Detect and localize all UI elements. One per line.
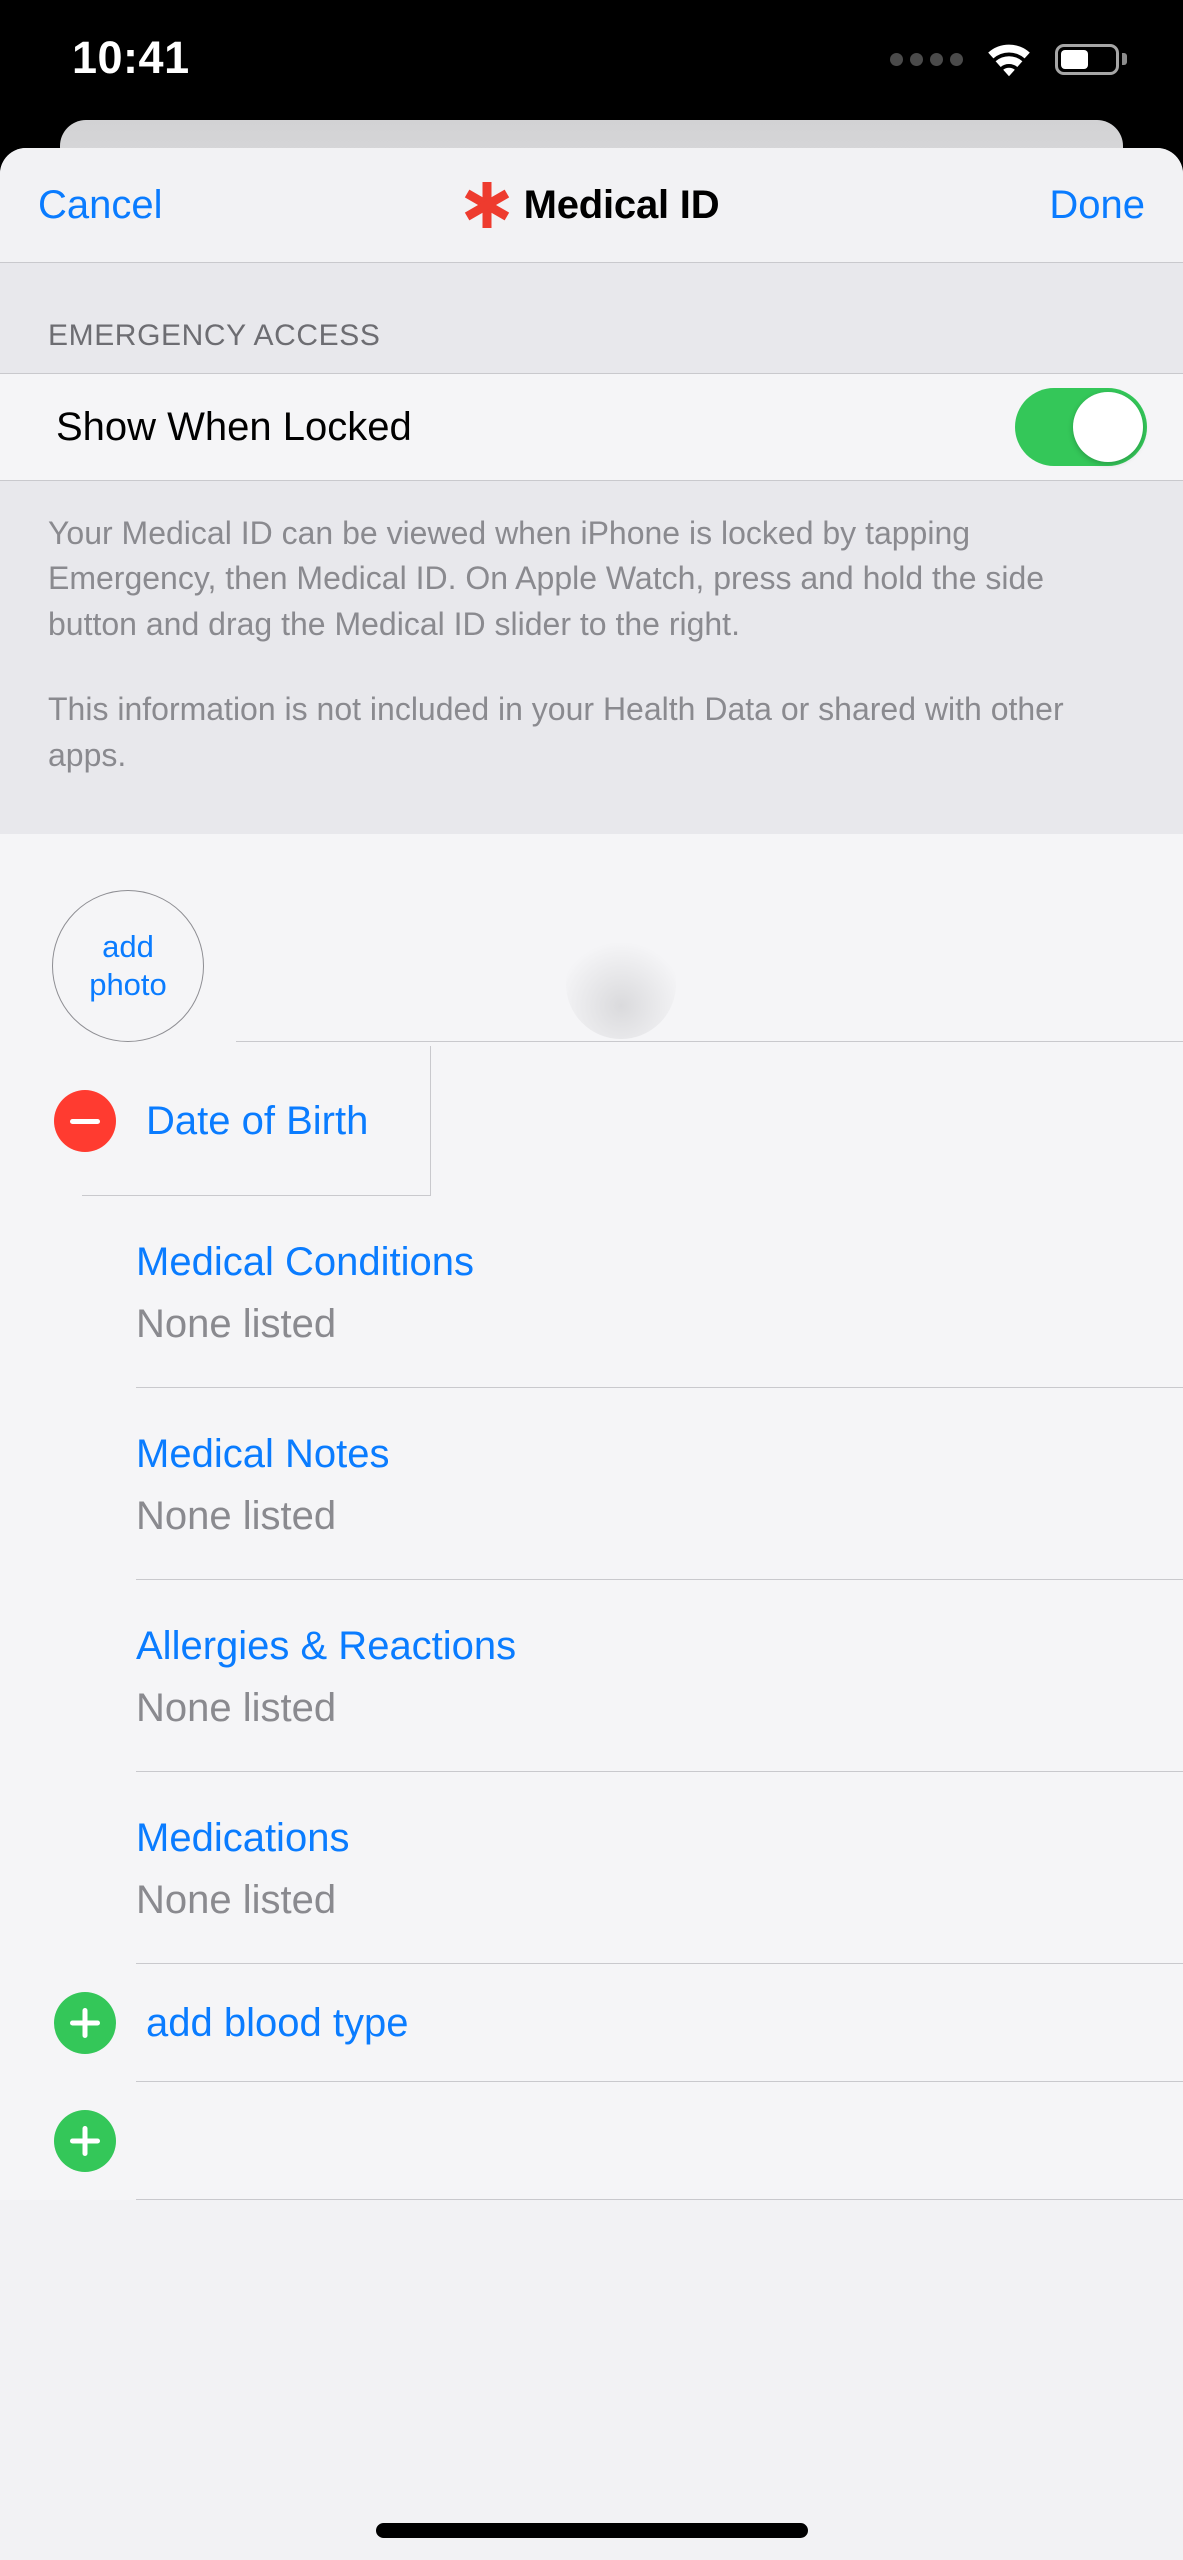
photo-and-name-row: add photo [0, 842, 1183, 1043]
signal-dots-icon [890, 52, 963, 66]
emergency-access-header-label: EMERGENCY ACCESS [48, 319, 381, 352]
show-when-locked-toggle[interactable] [1015, 388, 1147, 466]
date-of-birth-label: Date of Birth [146, 1098, 369, 1143]
status-bar-time: 10:41 [72, 31, 190, 83]
add-photo-button[interactable]: add photo [52, 890, 204, 1043]
plus-circle-icon[interactable] [54, 2110, 116, 2173]
field-allergies-and-reactions[interactable]: Allergies & Reactions None listed [0, 1580, 1183, 1773]
field-value: None listed [136, 1494, 337, 1539]
date-of-birth-label-cell: Date of Birth [0, 1046, 430, 1197]
add-photo-label-line2: photo [89, 967, 167, 1003]
battery-icon [1055, 43, 1127, 75]
field-label: Medications [136, 1816, 350, 1861]
navigation-title-group: Medical ID [0, 148, 1183, 262]
field-value: None listed [136, 1878, 337, 1923]
home-indicator [375, 2523, 808, 2538]
status-bar-indicators [890, 41, 1127, 77]
wifi-icon [988, 44, 1030, 77]
field-label: Medical Conditions [136, 1240, 474, 1285]
field-medical-conditions[interactable]: Medical Conditions None listed [0, 1196, 1183, 1389]
show-when-locked-label: Show When Locked [56, 404, 412, 449]
medical-id-sheet: Cancel Medical ID Done EMERGENCY ACCESS … [0, 148, 1183, 2560]
date-of-birth-value-cell[interactable] [430, 1046, 1183, 1197]
redaction-smudge [566, 929, 676, 1040]
emergency-access-section-header: EMERGENCY ACCESS [0, 263, 1183, 373]
field-medical-notes[interactable]: Medical Notes None listed [0, 1388, 1183, 1581]
date-of-birth-row[interactable]: Date of Birth [0, 1046, 1183, 1197]
toggle-knob [1073, 392, 1143, 462]
field-value: None listed [136, 1302, 337, 1347]
add-blood-type-label: add blood type [146, 2000, 409, 2045]
add-photo-label-line1: add [102, 929, 154, 965]
add-row-next[interactable] [0, 2082, 1183, 2201]
field-medications[interactable]: Medications None listed [0, 1772, 1183, 1965]
show-when-locked-row[interactable]: Show When Locked [0, 373, 1183, 481]
done-button[interactable]: Done [1049, 185, 1145, 225]
field-label: Allergies & Reactions [136, 1624, 517, 1669]
navigation-bar: Cancel Medical ID Done [0, 148, 1183, 263]
medical-star-icon [464, 182, 509, 228]
page-title: Medical ID [523, 182, 720, 227]
plus-circle-icon[interactable] [54, 1992, 116, 2055]
medical-id-form: add photo Date of Birth Medical Conditio… [0, 834, 1183, 2201]
emergency-access-description: Your Medical ID can be viewed when iPhon… [0, 481, 1183, 835]
description-paragraph-1: Your Medical ID can be viewed when iPhon… [48, 515, 1045, 642]
status-bar: 10:41 [0, 0, 1183, 118]
add-blood-type-row[interactable]: add blood type [0, 1964, 1183, 2083]
description-paragraph-2: This information is not included in your… [48, 691, 1064, 773]
name-input[interactable] [236, 929, 1183, 1043]
cancel-button[interactable]: Cancel [38, 185, 163, 225]
minus-circle-icon[interactable] [54, 1090, 116, 1153]
field-value: None listed [136, 1686, 337, 1731]
field-label: Medical Notes [136, 1432, 390, 1477]
